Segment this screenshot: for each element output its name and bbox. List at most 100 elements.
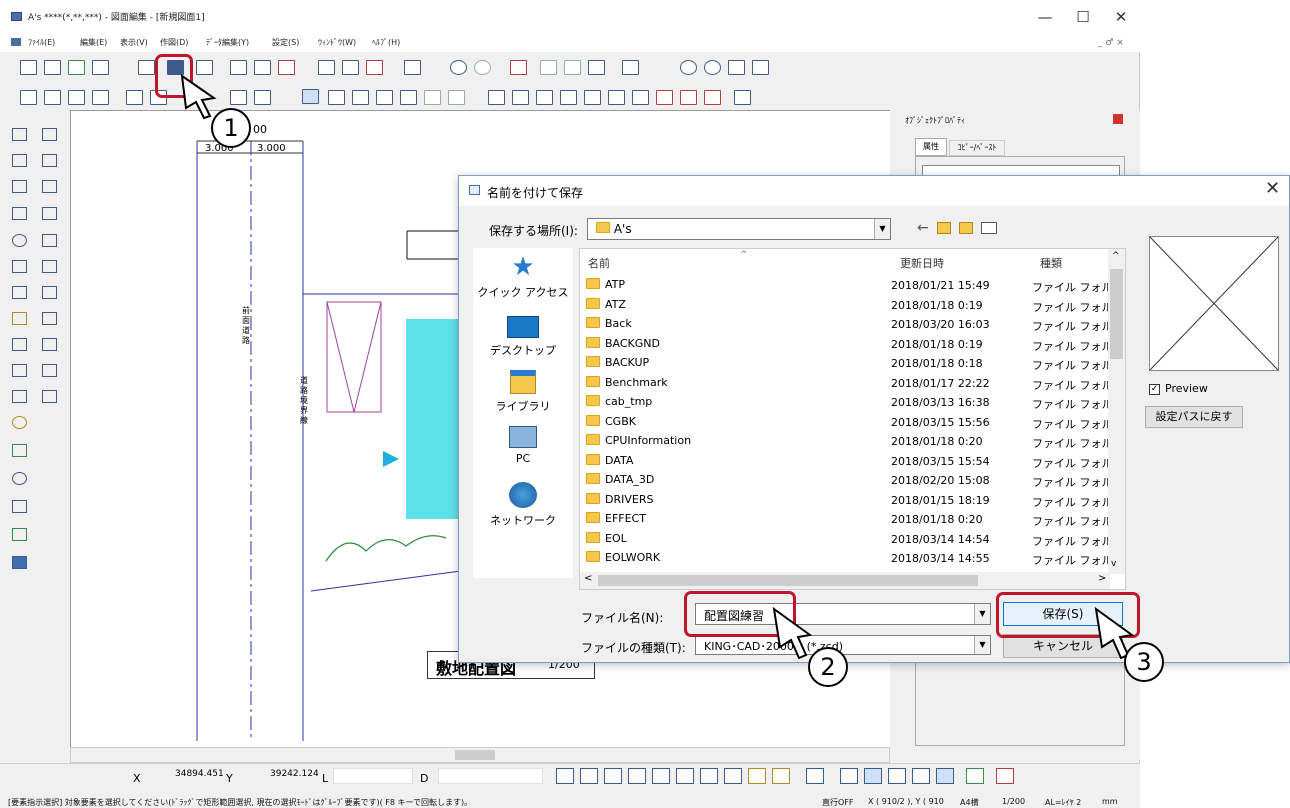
move-icon[interactable] bbox=[622, 60, 639, 75]
filetype-select[interactable]: KING･CAD･2000 s (*.zcd) ▼ bbox=[695, 635, 991, 655]
minimize-button[interactable]: — bbox=[1030, 6, 1060, 28]
eraser-mode-icon[interactable] bbox=[996, 768, 1014, 784]
measure-tool-icon[interactable] bbox=[12, 416, 27, 429]
file-row[interactable]: Back 2018/03/20 16:03 ファイル フォル bbox=[580, 314, 1113, 334]
file-row[interactable]: DRIVERS 2018/01/15 18:19 ファイル フォル bbox=[580, 490, 1113, 510]
snap-end-icon[interactable] bbox=[556, 768, 574, 784]
frame-tool-icon[interactable] bbox=[12, 312, 27, 325]
layout-mode-icon[interactable] bbox=[864, 768, 882, 784]
file-row[interactable]: DATA_3D 2018/02/20 15:08 ファイル フォル bbox=[580, 470, 1113, 490]
file-row[interactable]: EFFECT 2018/01/18 0:20 ファイル フォル bbox=[580, 509, 1113, 529]
room-tool-icon[interactable] bbox=[42, 312, 57, 325]
text-tool-icon[interactable] bbox=[12, 364, 27, 377]
rect-tool-icon[interactable] bbox=[12, 180, 27, 193]
open-add-icon[interactable] bbox=[68, 60, 85, 75]
grid-snap-icon[interactable] bbox=[806, 768, 824, 784]
file-row[interactable]: DATA 2018/03/15 15:54 ファイル フォル bbox=[580, 451, 1113, 471]
layer-icon[interactable] bbox=[230, 90, 247, 105]
photo-mode-icon[interactable] bbox=[936, 768, 954, 784]
snap-tan-icon[interactable] bbox=[652, 768, 670, 784]
snap-quad-icon[interactable] bbox=[724, 768, 742, 784]
panel-close-icon[interactable] bbox=[1113, 114, 1123, 124]
canvas-scroll-thumb[interactable] bbox=[455, 750, 495, 760]
dimension-tool-icon[interactable] bbox=[42, 180, 57, 193]
print-setup-icon[interactable] bbox=[366, 60, 383, 75]
dialog-close-icon[interactable]: ✕ bbox=[1265, 178, 1280, 199]
file-row[interactable]: EOL 2018/03/14 14:54 ファイル フォル bbox=[580, 529, 1113, 549]
cross-tool-icon[interactable] bbox=[42, 207, 57, 220]
snap-perp-icon[interactable] bbox=[628, 768, 646, 784]
place-desktop[interactable]: デスクトップ bbox=[473, 316, 573, 358]
place-quick-access[interactable]: ★ クイック アクセス bbox=[473, 254, 573, 300]
snap-near-icon[interactable] bbox=[676, 768, 694, 784]
redraw-icon[interactable] bbox=[126, 90, 143, 105]
column-date[interactable]: 更新日時 bbox=[900, 255, 944, 271]
undo-icon[interactable] bbox=[450, 60, 467, 75]
pan-icon[interactable] bbox=[728, 60, 745, 75]
scroll-left-icon[interactable]: < bbox=[584, 573, 592, 584]
file-row[interactable]: BACKUP 2018/01/18 0:18 ファイル フォル bbox=[580, 353, 1113, 373]
zoom-out-icon[interactable] bbox=[704, 60, 721, 75]
hatch-line-tool-icon[interactable] bbox=[42, 234, 57, 247]
view-menu-icon[interactable] bbox=[981, 222, 997, 234]
select-rect-icon[interactable] bbox=[328, 90, 345, 105]
paint-tool-icon[interactable] bbox=[12, 528, 27, 541]
select-cross-icon[interactable] bbox=[352, 90, 369, 105]
place-library[interactable]: ライブラリ bbox=[473, 370, 573, 414]
text-box-tool-icon[interactable] bbox=[12, 390, 27, 403]
maximize-button[interactable]: ☐ bbox=[1068, 6, 1098, 28]
canvas-horizontal-scrollbar[interactable] bbox=[70, 747, 890, 763]
menu-settings[interactable]: 設定(S) bbox=[272, 37, 299, 48]
zoom-in-icon[interactable] bbox=[680, 60, 697, 75]
arc-tool-icon[interactable] bbox=[12, 154, 27, 167]
edit-offset-icon[interactable] bbox=[632, 90, 649, 105]
sheet-mode-icon[interactable] bbox=[888, 768, 906, 784]
file-row[interactable]: Benchmark 2018/01/17 22:22 ファイル フォル bbox=[580, 373, 1113, 393]
edit-rotate-icon[interactable] bbox=[536, 90, 553, 105]
file-list-vscroll[interactable]: ^ v bbox=[1108, 249, 1125, 574]
paste-icon[interactable] bbox=[588, 60, 605, 75]
perpendicular-tool-icon[interactable] bbox=[42, 154, 57, 167]
redo-icon[interactable] bbox=[474, 60, 491, 75]
plot-mode-icon[interactable] bbox=[912, 768, 930, 784]
file-row[interactable]: ATP 2018/01/21 15:49 ファイル フォル bbox=[580, 275, 1113, 295]
file-row[interactable]: CPUInformation 2018/01/18 0:20 ファイル フォル bbox=[580, 431, 1113, 451]
place-pc[interactable]: PC bbox=[473, 426, 573, 465]
up-folder-icon[interactable] bbox=[937, 222, 951, 234]
column-type[interactable]: 種類 bbox=[1040, 255, 1062, 271]
column-name[interactable]: 名前 bbox=[588, 255, 610, 271]
mdi-controls[interactable]: _ ♂ × bbox=[1098, 38, 1124, 48]
select-layer-icon[interactable] bbox=[400, 90, 417, 105]
edit-copy-icon[interactable] bbox=[488, 90, 505, 105]
select-pointer-icon[interactable] bbox=[302, 89, 319, 104]
edit-move-icon[interactable] bbox=[512, 90, 529, 105]
back-icon[interactable]: ← bbox=[917, 220, 929, 236]
select-clear-icon[interactable] bbox=[448, 90, 465, 105]
save-as-icon[interactable] bbox=[230, 60, 247, 75]
properties-icon[interactable] bbox=[404, 60, 421, 75]
menu-file[interactable]: ﾌｧｲﾙ(E) bbox=[28, 37, 55, 48]
file-list-hscroll[interactable]: < > bbox=[580, 572, 1110, 589]
snap-cen-icon[interactable] bbox=[700, 768, 718, 784]
polyline-tool-icon[interactable] bbox=[42, 128, 57, 141]
file-row[interactable]: cab_tmp 2018/03/13 16:38 ファイル フォル bbox=[580, 392, 1113, 412]
file-row[interactable]: ATZ 2018/01/18 0:19 ファイル フォル bbox=[580, 295, 1113, 315]
bezier-tool-icon[interactable] bbox=[12, 260, 27, 273]
print-icon[interactable] bbox=[318, 60, 335, 75]
scroll-right-icon[interactable]: > bbox=[1098, 573, 1106, 584]
open-ref-icon[interactable] bbox=[92, 60, 109, 75]
snap-tool-icon[interactable] bbox=[42, 286, 57, 299]
close-button[interactable]: ✕ bbox=[1106, 6, 1136, 28]
menu-window[interactable]: ｳｨﾝﾄﾞｳ(W) bbox=[318, 37, 356, 48]
file-row[interactable]: BACKGND 2018/01/18 0:19 ファイル フォル bbox=[580, 334, 1113, 354]
file-row[interactable]: EOLWORK 2018/03/14 14:55 ファイル フォル bbox=[580, 548, 1113, 568]
place-network[interactable]: ネットワーク bbox=[473, 482, 573, 528]
zoom-all-icon[interactable] bbox=[44, 90, 61, 105]
menu-help[interactable]: ﾍﾙﾌﾟ(H) bbox=[372, 37, 400, 48]
spline-tool-icon[interactable] bbox=[12, 338, 27, 351]
text-frame-tool-icon[interactable] bbox=[42, 364, 57, 377]
new-icon[interactable] bbox=[20, 60, 37, 75]
select-group-icon[interactable] bbox=[376, 90, 393, 105]
select-prev-icon[interactable] bbox=[424, 90, 441, 105]
scroll-up-icon[interactable]: ^ bbox=[1112, 251, 1120, 261]
